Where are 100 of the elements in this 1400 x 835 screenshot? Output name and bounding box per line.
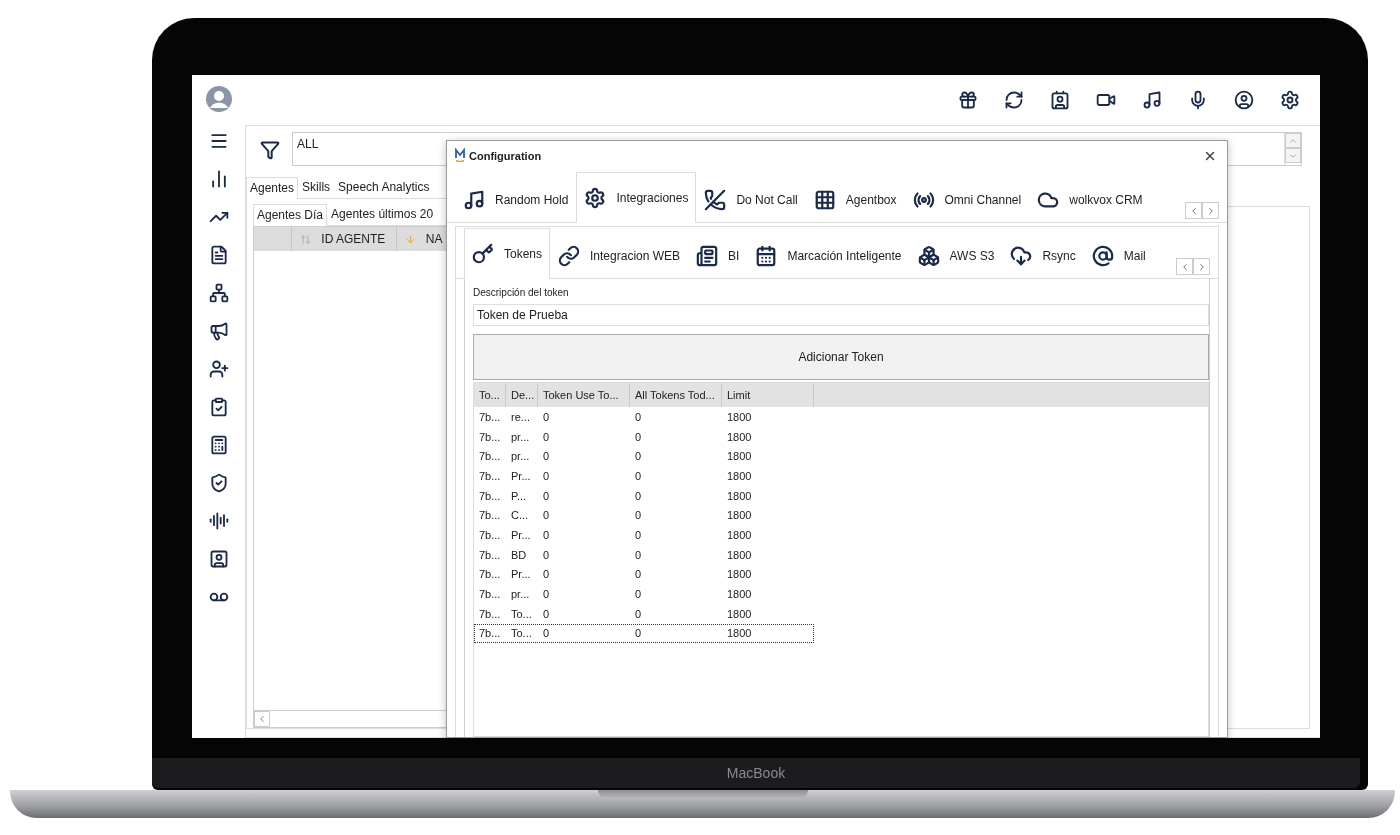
table-cell-text: 0 [542,606,551,622]
table-cell-text: 0 [634,626,643,642]
boxes-icon [917,244,940,267]
table-cell-text: 0 [634,567,643,583]
tab[interactable]: Integraciones [576,172,697,223]
phone-icon [704,188,727,211]
tab[interactable]: Tokens [464,228,551,279]
table-cell-text: 1800 [726,567,753,583]
table-cell-text: C... [510,508,530,524]
table-cell-text: 0 [542,468,551,484]
table-cell-text: 7b... [478,527,502,543]
table-cell-text: Pr... [510,468,532,484]
refresh-icon[interactable] [1004,90,1024,110]
tab[interactable]: Agentes [246,177,299,199]
table-cell-text: 1800 [726,488,753,504]
contact-card-icon[interactable] [208,549,229,569]
table-cell-text: 1800 [726,449,753,465]
table-cell-text: 0 [634,587,643,603]
calculator-icon[interactable] [208,435,229,455]
table-cell-text: 0 [542,429,551,445]
table-cell-text: 0 [542,626,551,642]
table-cell-text: 0 [634,449,643,465]
table-cell-text: 1800 [726,626,753,642]
document-icon[interactable] [208,245,229,265]
laptop-label: MacBook [726,765,786,781]
gift-icon[interactable] [958,90,978,110]
table-cell-text: 1800 [726,527,753,543]
table-cell-text: 0 [634,508,643,524]
table-cell-text: 0 [542,488,551,504]
table-cell-text: BD [510,547,528,563]
table-cell-text: 0 [542,527,551,543]
table-cell-text: 0 [542,567,551,583]
table-cell-text: 0 [634,606,643,622]
tab[interactable]: Agentes Día [253,204,328,226]
table-cell-text: 7b... [478,508,502,524]
table-cell-text: 0 [542,587,551,603]
table-cell-text: pr... [510,449,531,465]
add-token-button[interactable]: Adicionar Token [473,334,1209,380]
app-logo-icon [455,147,465,165]
table-cell-text: 1800 [726,547,753,563]
audio-wave-icon[interactable] [208,511,229,531]
user-icon[interactable] [1234,90,1254,110]
link-icon [558,244,581,267]
contact-book-icon[interactable] [1050,90,1070,110]
table-cell-text: 0 [542,508,551,524]
table-cell-text: To... [510,606,533,622]
settings-icon[interactable] [1280,90,1300,110]
table-cell-text: 7b... [478,567,502,583]
description-field[interactable]: Token de Prueba [473,304,1209,326]
microphone-icon[interactable] [1188,90,1208,110]
chevron-left-icon [257,714,267,724]
table-cell-text: 1800 [726,606,753,622]
table-cell-text: 0 [634,468,643,484]
table-cell-text: 7b... [478,429,502,445]
key-icon [472,243,494,265]
table-cell-text: 1800 [726,429,753,445]
network-icon[interactable] [208,283,229,303]
table-row[interactable]: 7b... To... 0 0 1800 [474,623,814,644]
table-cell-text: Pr... [510,567,532,583]
cloud-download-icon [1010,244,1033,267]
table-cell-text: 0 [634,429,643,445]
calendar-icon [755,244,778,267]
table-cell-text: 1800 [726,508,753,524]
add-user-icon[interactable] [208,359,229,379]
avatar-icon[interactable] [204,85,233,113]
filter-icon[interactable] [260,140,280,160]
table-cell-text: 7b... [478,626,502,642]
table-cell-text: pr... [510,587,531,603]
table-cell-text: 0 [542,547,551,563]
table-cell-text: Pr... [510,527,532,543]
table-cell-text: 7b... [478,606,502,622]
music-note-icon [463,188,485,211]
table-cell-text: 7b... [478,488,502,504]
close-button[interactable] [1203,149,1217,163]
at-sign-icon [1091,244,1114,267]
table-cell-text: 7b... [478,468,502,484]
table-cell-text: 0 [542,449,551,465]
field-label: Descripción del token [473,287,570,298]
shield-icon[interactable] [208,473,229,493]
keypad-icon [813,188,836,211]
list-icon [696,244,719,267]
table-cell-text: pr... [510,429,531,445]
table-cell-text: 0 [542,409,551,425]
table-cell-text: 7b... [478,547,502,563]
megaphone-icon[interactable] [208,321,229,341]
table-cell-text: 7b... [478,449,502,465]
table-cell-text: 1800 [726,409,753,425]
table-cell-text: P... [510,488,528,504]
checklist-icon[interactable] [208,397,229,417]
table-cell-text: 0 [634,409,643,425]
column-header[interactable]: ID AGENTE [321,232,386,246]
column-header[interactable]: NA [425,232,443,246]
table-cell-text: 1800 [726,468,753,484]
table-cell-text: 7b... [478,409,502,425]
window-title: Configuration [469,150,543,162]
gear-icon [584,187,607,209]
table-cell-text: To... [510,626,533,642]
table-cell-text: 0 [634,527,643,543]
table-cell-text: 1800 [726,587,753,603]
music-note-icon[interactable] [1142,90,1162,110]
